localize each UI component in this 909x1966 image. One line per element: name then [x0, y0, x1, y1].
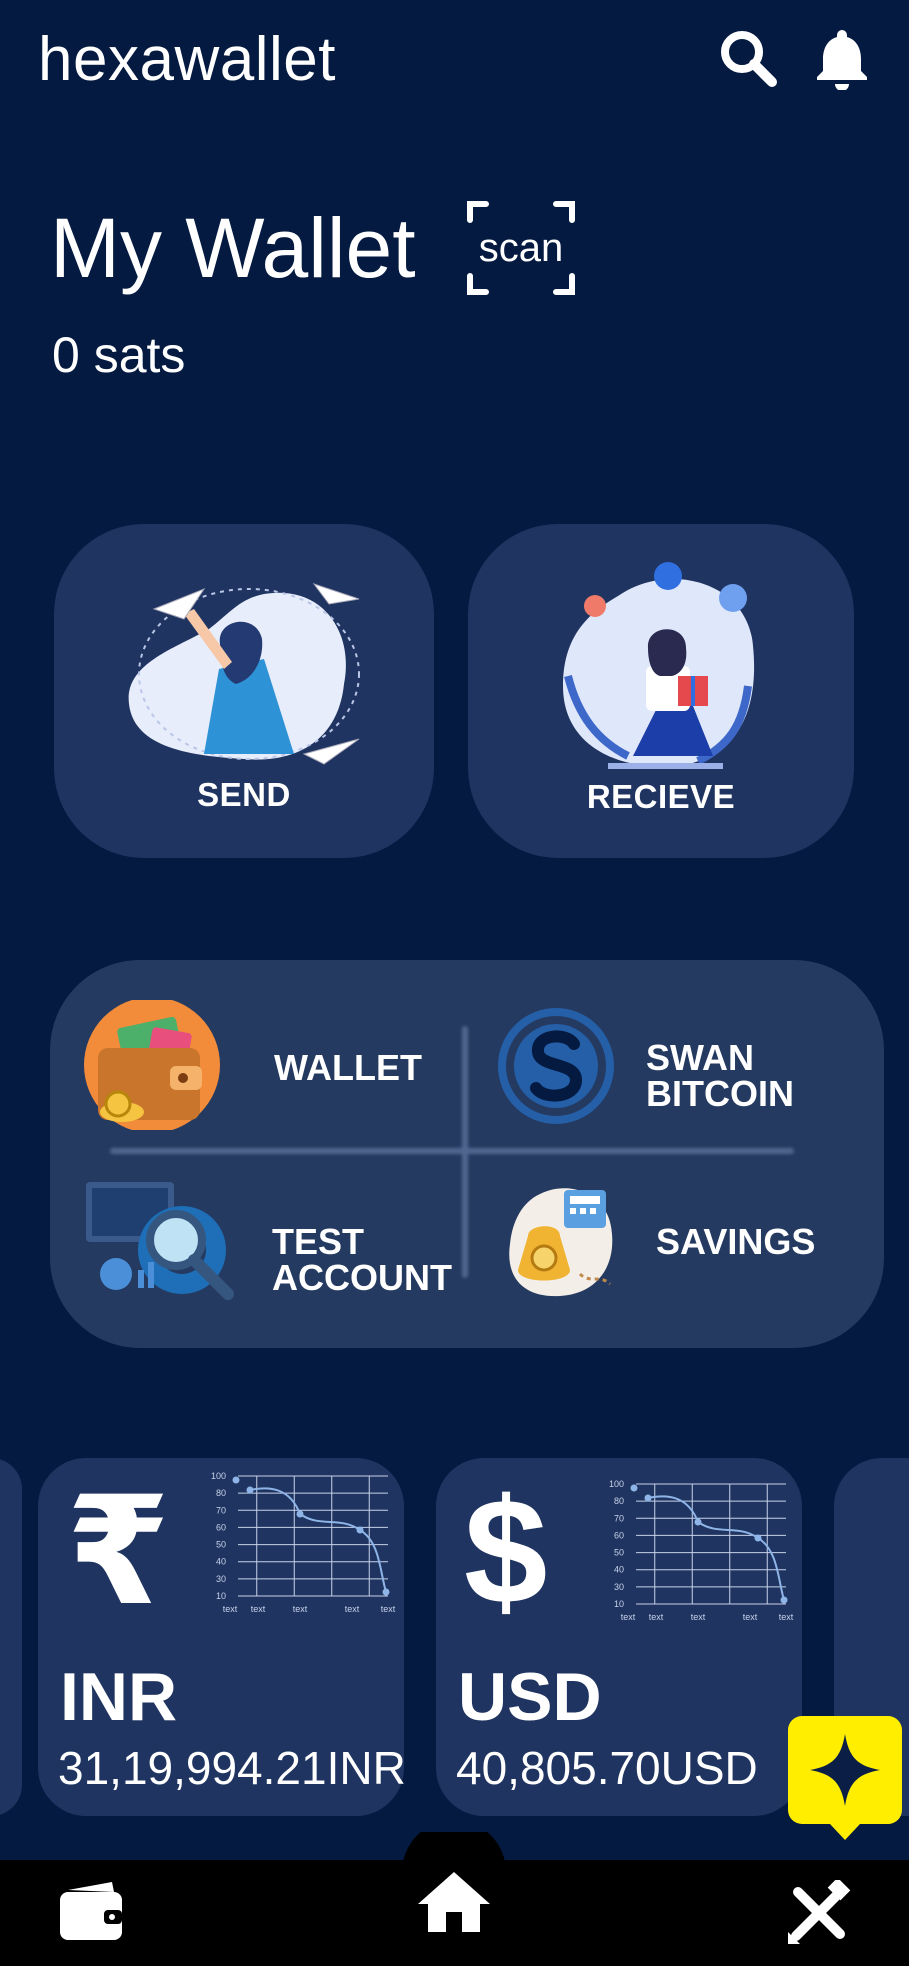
chart-tick-label: 50 — [216, 1540, 226, 1550]
chart-tick-label: 60 — [216, 1522, 226, 1532]
chart-tick-label: 50 — [614, 1548, 624, 1558]
chart-x-label: text — [293, 1604, 308, 1614]
panel-divider — [110, 1148, 794, 1154]
account-savings[interactable]: SAVINGS — [480, 1174, 860, 1314]
account-label: WALLET — [274, 1047, 422, 1088]
sparkle-icon — [788, 1716, 902, 1840]
money-bag-icon — [509, 1188, 613, 1297]
bell-icon[interactable] — [810, 26, 874, 91]
nav-notch — [402, 1832, 506, 1872]
account-test-account[interactable]: TEST ACCOUNT — [70, 1174, 452, 1314]
chart-x-label: text — [251, 1604, 266, 1614]
send-label: SEND — [197, 776, 291, 813]
chart-point — [780, 1596, 788, 1604]
currency-card-usd[interactable]: $ 100 80 70 60 50 40 30 10 text text text text text … — [436, 1458, 802, 1816]
currency-amount: 31,19,994.21INR — [58, 1742, 406, 1794]
chart-point — [356, 1526, 364, 1534]
receive-illustration — [563, 562, 755, 769]
nav-wallet-icon[interactable] — [58, 1882, 128, 1944]
app-title: hexawallet — [38, 25, 336, 94]
receive-button[interactable]: RECIEVE — [468, 524, 854, 858]
swan-logo-icon — [498, 1008, 614, 1124]
send-button[interactable]: SEND — [54, 524, 434, 858]
chart-point — [630, 1484, 638, 1492]
search-icon[interactable] — [716, 26, 780, 90]
chart-tick-label: 70 — [216, 1505, 226, 1515]
chart-x-label: text — [621, 1612, 636, 1622]
mini-chart-inr: 100 80 70 60 50 40 30 10 text text text text text — [211, 1471, 396, 1614]
gear-magnifier-icon — [86, 1182, 234, 1300]
chart-point — [232, 1476, 240, 1484]
chart-x-label: text — [223, 1604, 238, 1614]
chart-line — [647, 1495, 785, 1601]
account-swan-bitcoin[interactable]: SWAN BITCOIN — [480, 1000, 860, 1140]
chart-point — [694, 1518, 702, 1526]
chart-x-label: text — [649, 1612, 664, 1622]
dollar-icon: $ — [464, 1467, 548, 1635]
chart-tick-label: 40 — [216, 1557, 226, 1567]
chart-x-label: text — [381, 1604, 396, 1614]
chart-point — [754, 1534, 762, 1542]
scan-label: scan — [478, 226, 564, 270]
chart-tick-label: 70 — [614, 1513, 624, 1523]
chart-tick-label: 30 — [216, 1574, 226, 1584]
chart-tick-label: 100 — [211, 1471, 226, 1481]
page-title: My Wallet — [50, 201, 416, 295]
nav-tools-icon[interactable] — [786, 1877, 852, 1946]
chart-x-label: text — [779, 1612, 794, 1622]
scan-button[interactable]: scan — [466, 198, 576, 298]
bottom-nav — [0, 1832, 909, 1966]
send-illustration — [128, 583, 360, 765]
mini-chart-usd: 100 80 70 60 50 40 30 10 text text text text text — [609, 1479, 794, 1622]
rupee-icon: ₹ — [66, 1467, 171, 1635]
chart-tick-label: 80 — [614, 1496, 624, 1506]
chart-point — [382, 1588, 390, 1596]
wallet-balance: 0 sats — [52, 327, 186, 383]
accounts-panel: WALLET SWAN BITCOIN TEST ACCOUNT SAVINGS — [50, 960, 884, 1348]
chart-x-label: text — [345, 1604, 360, 1614]
chart-tick-label: 30 — [614, 1582, 624, 1592]
account-label: SWAN BITCOIN — [646, 1037, 794, 1114]
chart-tick-label: 10 — [216, 1591, 226, 1601]
receive-label: RECIEVE — [586, 778, 736, 815]
chart-x-label: text — [691, 1612, 706, 1622]
chart-point — [644, 1494, 652, 1502]
account-wallet[interactable]: WALLET — [70, 1000, 450, 1140]
chart-x-label: text — [743, 1612, 758, 1622]
chart-tick-label: 80 — [216, 1488, 226, 1498]
chart-line — [249, 1487, 387, 1593]
chart-tick-label: 60 — [614, 1530, 624, 1540]
currency-card-inr[interactable]: ₹ 100 80 70 60 50 40 30 10 text text text text text … — [38, 1458, 406, 1816]
currency-amount: 40,805.70USD — [456, 1742, 758, 1794]
nav-home-icon[interactable] — [416, 1870, 492, 1936]
account-label: SAVINGS — [656, 1221, 816, 1262]
chart-tick-label: 100 — [609, 1479, 624, 1489]
chart-tick-label: 40 — [614, 1565, 624, 1575]
chart-point — [296, 1510, 304, 1518]
chart-tick-label: 10 — [614, 1599, 624, 1609]
chart-point — [246, 1486, 254, 1494]
currency-code: USD — [458, 1659, 602, 1735]
currency-code: INR — [60, 1659, 178, 1735]
account-label: TEST ACCOUNT — [272, 1221, 452, 1298]
currency-card-partial[interactable] — [0, 1458, 22, 1816]
wallet-icon — [84, 1000, 220, 1130]
assistant-button[interactable] — [788, 1716, 902, 1842]
